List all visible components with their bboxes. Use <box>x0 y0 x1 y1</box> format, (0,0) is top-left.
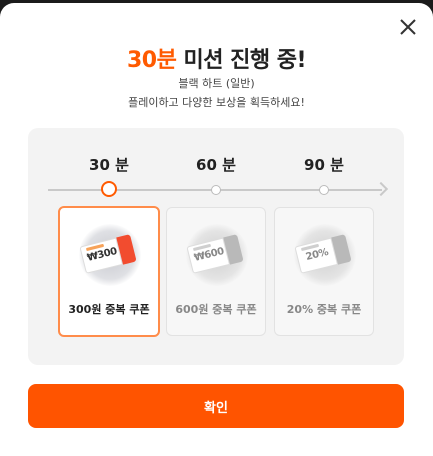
description: 플레이하고 다양한 보상을 획득하세요! <box>128 96 305 109</box>
progress-dot-60 <box>211 185 221 195</box>
reward-card-20pct[interactable]: 20% 20% 중복 쿠폰 <box>274 207 374 336</box>
progress-dot-90 <box>319 185 329 195</box>
reward-card-300[interactable]: ₩300 300원 중복 쿠폰 <box>58 206 160 337</box>
arrow-right-icon <box>373 181 389 197</box>
reward-card-600[interactable]: ₩600 600원 중복 쿠폰 <box>166 207 266 336</box>
reward-label: 600원 중복 쿠폰 <box>175 303 257 316</box>
reward-label: 20% 중복 쿠폰 <box>286 303 362 316</box>
mission-modal: 30분 미션 진행 중! 블랙 하트 (일반) 플레이하고 다양한 보상을 획득… <box>0 3 433 456</box>
title-accent: 30분 <box>126 48 177 73</box>
reward-label: 300원 중복 쿠폰 <box>68 303 150 316</box>
title-rest: 미션 진행 중! <box>176 48 307 73</box>
confirm-button[interactable]: 확인 <box>28 384 404 428</box>
time-label-30: 30 분 <box>89 156 129 174</box>
time-label-90: 90 분 <box>304 156 344 174</box>
close-icon[interactable] <box>397 16 419 38</box>
page-title: 30분 미션 진행 중! <box>0 42 433 74</box>
mission-panel: 30 분 60 분 90 분 ₩300 300원 중복 쿠폰 ₩600 600원… <box>28 128 404 365</box>
progress-dot-30 <box>101 181 117 197</box>
time-label-60: 60 분 <box>196 156 236 174</box>
subtitle: 블랙 하트 (일반) <box>178 77 255 90</box>
